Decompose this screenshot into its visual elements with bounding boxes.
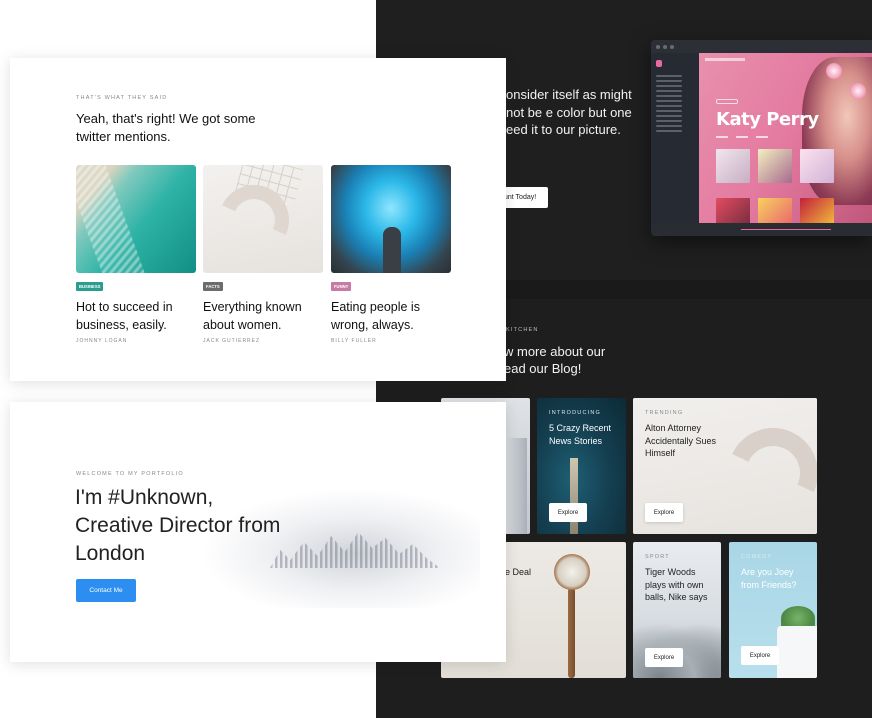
music-logo-icon xyxy=(656,60,662,67)
sidebar-line xyxy=(656,75,682,77)
category-badge: FACTS xyxy=(203,282,223,291)
tile-tag: SPORT xyxy=(645,554,670,560)
rice-in-spoon-image xyxy=(554,554,590,590)
tile-tag: COMEDY xyxy=(741,554,773,560)
flower-decoration xyxy=(850,83,866,99)
music-app-screenshot: Katy Perry xyxy=(651,40,872,236)
sidebar-line xyxy=(656,90,682,92)
portfolio-card: WELCOME TO MY PORTFOLIO I'm #Unknown, Cr… xyxy=(10,402,506,662)
post-author: BILLY FULLER xyxy=(331,338,377,344)
tile-tag: TRENDING xyxy=(645,410,684,416)
artist-tab xyxy=(736,136,748,138)
blue-smoke-image xyxy=(331,165,451,273)
album-cover xyxy=(716,149,750,183)
testimonials-card: THAT'S WHAT THEY SAID Yeah, that's right… xyxy=(10,58,506,381)
category-badge: BUSINESS xyxy=(76,282,104,291)
category-badge: FUNNY xyxy=(331,282,352,291)
blog-tile-comedy[interactable]: COMEDY Are you Joey from Friends? Explor… xyxy=(729,542,817,678)
sidebar-line xyxy=(656,120,682,122)
blog-tile-news[interactable]: INTRODUCING 5 Crazy Recent News Stories … xyxy=(537,398,626,534)
sidebar-line xyxy=(656,110,682,112)
artist-name: Katy Perry xyxy=(716,109,819,130)
architecture-image xyxy=(203,165,323,273)
sidebar-line xyxy=(656,105,682,107)
post-title[interactable]: Eating people is wrong, always. xyxy=(331,299,451,334)
portfolio-hero-heading: I'm #Unknown, Creative Director from Lon… xyxy=(75,486,281,565)
flower-decoration xyxy=(826,63,842,79)
surf-lines xyxy=(76,165,149,273)
explore-button[interactable]: Explore xyxy=(645,503,683,522)
blog-tile-sport[interactable]: SPORT Tiger Woods plays with own balls, … xyxy=(633,542,721,678)
promo-text: onsider itself as might not be e color b… xyxy=(506,87,632,137)
beach-image xyxy=(76,165,196,273)
post-card[interactable]: BUSINESS Hot to succeed in business, eas… xyxy=(76,165,196,344)
blog-heading: w more about our ead our Blog! xyxy=(504,344,606,376)
sidebar-line xyxy=(656,130,682,132)
promo-button[interactable]: unt Today! xyxy=(500,187,548,208)
blog-tile-trending[interactable]: TRENDING Alton Attorney Accidentally Sue… xyxy=(633,398,817,534)
sidebar-line xyxy=(656,85,682,87)
album-cover xyxy=(716,198,750,223)
tile-tag: INTRODUCING xyxy=(549,410,602,416)
tile-title: Are you Joey from Friends? xyxy=(741,567,797,590)
post-author: JOHNNY LOGAN xyxy=(76,338,128,344)
window-titlebar xyxy=(651,40,872,53)
album-cover xyxy=(800,198,834,223)
album-cover xyxy=(800,149,834,183)
artist-tab xyxy=(756,136,768,138)
window-dot xyxy=(670,44,674,49)
portfolio-eyebrow: WELCOME TO MY PORTFOLIO xyxy=(76,471,184,477)
architecture-curve xyxy=(715,415,817,531)
tile-title: 5 Crazy Recent News Stories xyxy=(549,423,612,446)
post-title[interactable]: Everything known about women. xyxy=(203,299,323,334)
window-dot xyxy=(663,44,667,49)
testimonials-eyebrow: THAT'S WHAT THEY SAID xyxy=(76,95,168,101)
player-progress xyxy=(741,229,831,230)
follow-button xyxy=(716,99,738,104)
person-silhouette xyxy=(383,227,401,273)
pier-image xyxy=(570,458,578,534)
post-card[interactable]: FUNNY Eating people is wrong, always. BI… xyxy=(331,165,451,344)
player-bar xyxy=(651,223,872,236)
music-search-bar xyxy=(705,58,745,61)
blog-eyebrow: KITCHEN xyxy=(506,327,539,333)
album-cover xyxy=(758,198,792,223)
explore-button[interactable]: Explore xyxy=(645,648,683,667)
spoon-image xyxy=(568,588,575,678)
artist-tabs xyxy=(716,136,768,138)
explore-button[interactable]: Explore xyxy=(549,503,587,522)
artist-page: Katy Perry xyxy=(699,53,872,223)
music-sidebar xyxy=(651,53,699,223)
post-author: JACK GUTIERREZ xyxy=(203,338,261,344)
post-title[interactable]: Hot to succeed in business, easily. xyxy=(76,299,196,334)
tile-title: Alton Attorney Accidentally Sues Himself xyxy=(645,423,717,458)
artist-tab xyxy=(716,136,728,138)
post-card[interactable]: FACTS Everything known about women. JACK… xyxy=(203,165,323,344)
pot-image xyxy=(777,626,817,678)
testimonials-headline: Yeah, that's right! We got some twitter … xyxy=(76,111,256,144)
sidebar-line xyxy=(656,115,682,117)
tile-title: e Deal xyxy=(505,567,532,577)
sidebar-line xyxy=(656,80,682,82)
window-dot xyxy=(656,44,660,49)
sidebar-line xyxy=(656,125,682,127)
explore-button[interactable]: Explore xyxy=(741,646,779,665)
sidebar-line xyxy=(656,95,682,97)
tile-title: Tiger Woods plays with own balls, Nike s… xyxy=(645,567,708,602)
contact-me-button[interactable]: Contact Me xyxy=(76,579,136,602)
album-cover xyxy=(758,149,792,183)
sidebar-line xyxy=(656,100,682,102)
